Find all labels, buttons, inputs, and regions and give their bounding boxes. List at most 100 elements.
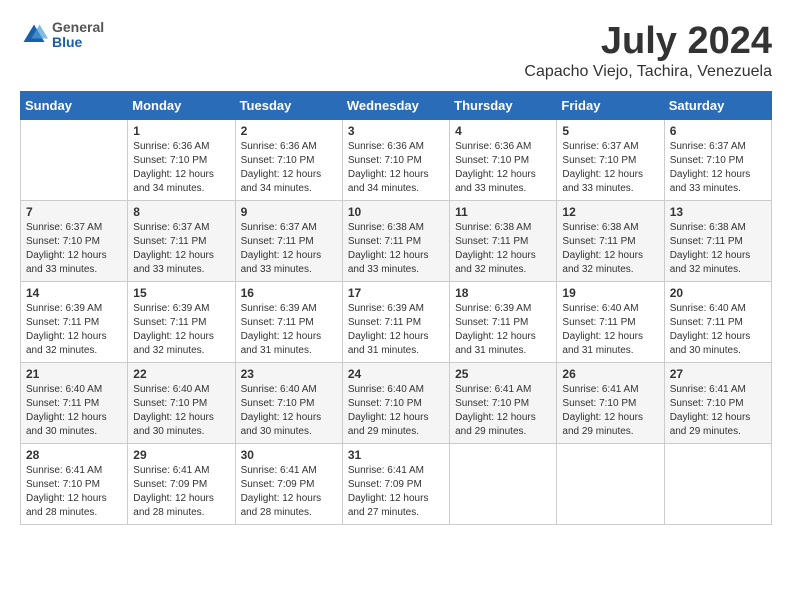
calendar-cell: 12Sunrise: 6:38 AMSunset: 7:11 PMDayligh… — [557, 201, 664, 282]
day-number: 8 — [133, 205, 229, 219]
day-info: Sunrise: 6:39 AMSunset: 7:11 PMDaylight:… — [348, 302, 444, 358]
calendar-cell: 4Sunrise: 6:36 AMSunset: 7:10 PMDaylight… — [450, 120, 557, 201]
calendar-cell: 29 Sunrise: 6:41 AMSunset: 7:09 PMDayligh… — [128, 444, 235, 525]
calendar-cell: 5Sunrise: 6:37 AMSunset: 7:10 PMDaylight… — [557, 120, 664, 201]
calendar-cell: 19Sunrise: 6:40 AMSunset: 7:11 PMDayligh… — [557, 282, 664, 363]
logo-icon — [20, 21, 48, 49]
day-number: 9 — [241, 205, 337, 219]
day-info: Sunrise: 6:37 AMSunset: 7:11 PMDaylight:… — [241, 221, 337, 277]
weekday-header-tuesday: Tuesday — [235, 92, 342, 120]
day-info: Sunrise: 6:36 AMSunset: 7:10 PMDaylight:… — [348, 140, 444, 196]
calendar-cell: 11Sunrise: 6:38 AMSunset: 7:11 PMDayligh… — [450, 201, 557, 282]
calendar-week-row: 14 Sunrise: 6:39 AMSunset: 7:11 PMDayligh… — [21, 282, 772, 363]
calendar-cell: 2Sunrise: 6:36 AMSunset: 7:10 PMDaylight… — [235, 120, 342, 201]
day-number: 10 — [348, 205, 444, 219]
logo-text: General Blue — [52, 20, 104, 51]
day-info: Sunrise: 6:41 AMSunset: 7:10 PMDaylight:… — [26, 464, 122, 520]
calendar-cell — [450, 444, 557, 525]
calendar-cell: 6 Sunrise: 6:37 AMSunset: 7:10 PMDaylight… — [664, 120, 771, 201]
day-number: 28 — [26, 448, 122, 462]
calendar-cell — [664, 444, 771, 525]
day-number: 23 — [241, 367, 337, 381]
day-info: Sunrise: 6:38 AMSunset: 7:11 PMDaylight:… — [348, 221, 444, 277]
day-number: 17 — [348, 286, 444, 300]
calendar-cell: 3 Sunrise: 6:36 AMSunset: 7:10 PMDaylight… — [342, 120, 449, 201]
calendar-table: SundayMondayTuesdayWednesdayThursdayFrid… — [20, 91, 772, 525]
weekday-header-thursday: Thursday — [450, 92, 557, 120]
day-info: Sunrise: 6:41 AMSunset: 7:10 PMDaylight:… — [455, 383, 551, 439]
calendar-cell — [21, 120, 128, 201]
day-info: Sunrise: 6:40 AMSunset: 7:11 PMDaylight:… — [670, 302, 766, 358]
day-info: Sunrise: 6:41 AMSunset: 7:09 PMDaylight:… — [348, 464, 444, 520]
day-number: 14 — [26, 286, 122, 300]
header: General Blue July 2024 Capacho Viejo, Ta… — [20, 20, 772, 81]
day-info: Sunrise: 6:41 AMSunset: 7:10 PMDaylight:… — [562, 383, 658, 439]
day-number: 15 — [133, 286, 229, 300]
logo-general-text: General — [52, 20, 104, 35]
day-number: 6 — [670, 124, 766, 138]
day-number: 5 — [562, 124, 658, 138]
day-info: Sunrise: 6:39 AMSunset: 7:11 PMDaylight:… — [455, 302, 551, 358]
day-number: 18 — [455, 286, 551, 300]
day-info: Sunrise: 6:40 AMSunset: 7:10 PMDaylight:… — [348, 383, 444, 439]
day-number: 24 — [348, 367, 444, 381]
logo-blue-text: Blue — [52, 35, 104, 50]
day-info: Sunrise: 6:41 AMSunset: 7:09 PMDaylight:… — [241, 464, 337, 520]
day-info: Sunrise: 6:37 AMSunset: 7:10 PMDaylight:… — [26, 221, 122, 277]
day-info: Sunrise: 6:40 AMSunset: 7:11 PMDaylight:… — [562, 302, 658, 358]
day-info: Sunrise: 6:37 AMSunset: 7:10 PMDaylight:… — [670, 140, 766, 196]
calendar-cell: 26 Sunrise: 6:41 AMSunset: 7:10 PMDayligh… — [557, 363, 664, 444]
title-area: July 2024 Capacho Viejo, Tachira, Venezu… — [524, 20, 772, 81]
calendar-cell: 27 Sunrise: 6:41 AMSunset: 7:10 PMDayligh… — [664, 363, 771, 444]
day-number: 31 — [348, 448, 444, 462]
day-info: Sunrise: 6:38 AMSunset: 7:11 PMDaylight:… — [670, 221, 766, 277]
day-number: 30 — [241, 448, 337, 462]
calendar-cell: 18 Sunrise: 6:39 AMSunset: 7:11 PMDayligh… — [450, 282, 557, 363]
calendar-cell: 20 Sunrise: 6:40 AMSunset: 7:11 PMDayligh… — [664, 282, 771, 363]
calendar-cell: 31 Sunrise: 6:41 AMSunset: 7:09 PMDayligh… — [342, 444, 449, 525]
weekday-header-saturday: Saturday — [664, 92, 771, 120]
day-number: 27 — [670, 367, 766, 381]
calendar-cell: 21 Sunrise: 6:40 AMSunset: 7:11 PMDayligh… — [21, 363, 128, 444]
day-info: Sunrise: 6:39 AMSunset: 7:11 PMDaylight:… — [241, 302, 337, 358]
day-number: 21 — [26, 367, 122, 381]
day-info: Sunrise: 6:39 AMSunset: 7:11 PMDaylight:… — [133, 302, 229, 358]
calendar-cell: 30 Sunrise: 6:41 AMSunset: 7:09 PMDayligh… — [235, 444, 342, 525]
calendar-cell: 17 Sunrise: 6:39 AMSunset: 7:11 PMDayligh… — [342, 282, 449, 363]
day-info: Sunrise: 6:40 AMSunset: 7:10 PMDaylight:… — [133, 383, 229, 439]
calendar-cell — [557, 444, 664, 525]
weekday-header-wednesday: Wednesday — [342, 92, 449, 120]
day-info: Sunrise: 6:41 AMSunset: 7:09 PMDaylight:… — [133, 464, 229, 520]
calendar-cell: 23 Sunrise: 6:40 AMSunset: 7:10 PMDayligh… — [235, 363, 342, 444]
weekday-header-monday: Monday — [128, 92, 235, 120]
day-number: 7 — [26, 205, 122, 219]
calendar-cell: 9 Sunrise: 6:37 AMSunset: 7:11 PMDaylight… — [235, 201, 342, 282]
calendar-cell: 1 Sunrise: 6:36 AMSunset: 7:10 PMDaylight… — [128, 120, 235, 201]
calendar-cell: 13 Sunrise: 6:38 AMSunset: 7:11 PMDayligh… — [664, 201, 771, 282]
day-number: 13 — [670, 205, 766, 219]
calendar-cell: 10 Sunrise: 6:38 AMSunset: 7:11 PMDayligh… — [342, 201, 449, 282]
calendar-cell: 28 Sunrise: 6:41 AMSunset: 7:10 PMDayligh… — [21, 444, 128, 525]
calendar-week-row: 7 Sunrise: 6:37 AMSunset: 7:10 PMDaylight… — [21, 201, 772, 282]
day-info: Sunrise: 6:39 AMSunset: 7:11 PMDaylight:… — [26, 302, 122, 358]
day-number: 3 — [348, 124, 444, 138]
day-info: Sunrise: 6:38 AMSunset: 7:11 PMDaylight:… — [562, 221, 658, 277]
weekday-header-row: SundayMondayTuesdayWednesdayThursdayFrid… — [21, 92, 772, 120]
day-number: 20 — [670, 286, 766, 300]
location-title: Capacho Viejo, Tachira, Venezuela — [524, 63, 772, 81]
day-number: 26 — [562, 367, 658, 381]
month-title: July 2024 — [524, 20, 772, 63]
day-info: Sunrise: 6:40 AMSunset: 7:10 PMDaylight:… — [241, 383, 337, 439]
calendar-cell: 25Sunrise: 6:41 AMSunset: 7:10 PMDayligh… — [450, 363, 557, 444]
day-info: Sunrise: 6:41 AMSunset: 7:10 PMDaylight:… — [670, 383, 766, 439]
calendar-week-row: 21 Sunrise: 6:40 AMSunset: 7:11 PMDayligh… — [21, 363, 772, 444]
day-number: 1 — [133, 124, 229, 138]
day-number: 22 — [133, 367, 229, 381]
day-number: 29 — [133, 448, 229, 462]
day-info: Sunrise: 6:36 AMSunset: 7:10 PMDaylight:… — [133, 140, 229, 196]
day-number: 11 — [455, 205, 551, 219]
day-info: Sunrise: 6:40 AMSunset: 7:11 PMDaylight:… — [26, 383, 122, 439]
page-container: General Blue July 2024 Capacho Viejo, Ta… — [20, 20, 772, 525]
logo: General Blue — [20, 20, 104, 51]
weekday-header-sunday: Sunday — [21, 92, 128, 120]
